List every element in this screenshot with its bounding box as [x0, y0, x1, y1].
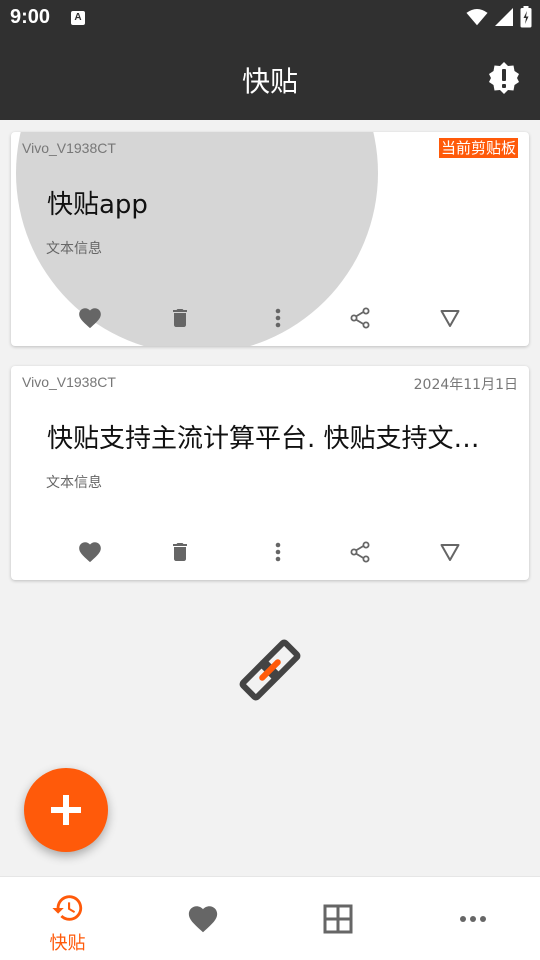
- more-options-button[interactable]: [260, 300, 296, 336]
- page-title: 快贴: [241, 65, 298, 98]
- share-icon: [350, 541, 370, 563]
- clip-type: 文本信息: [46, 475, 102, 491]
- app-bar: 快贴: [0, 36, 540, 120]
- status-time: 9:00: [10, 6, 51, 28]
- link-logo-icon: [239, 639, 301, 701]
- share-button[interactable]: [342, 300, 378, 336]
- delete-button[interactable]: [162, 534, 198, 570]
- plus-icon: [51, 795, 81, 825]
- clip-date: 2024年11月1日: [413, 377, 518, 393]
- nav-item-clips[interactable]: 快贴: [0, 877, 135, 960]
- clip-device: Vivo_V1938CT: [22, 140, 116, 156]
- bottom-nav: 快贴: [0, 876, 540, 960]
- favorite-button[interactable]: [72, 534, 108, 570]
- grid-icon: [323, 904, 352, 934]
- triangle-down-icon: [440, 310, 460, 327]
- nav-item-favorites[interactable]: [135, 877, 270, 960]
- share-icon: [350, 307, 370, 329]
- clip-content: 快贴app: [47, 190, 148, 220]
- more-icon: [459, 916, 486, 922]
- system-icons: [466, 6, 532, 28]
- heart-icon: [188, 906, 217, 933]
- nav-label-clips: 快贴: [49, 933, 86, 954]
- current-clipboard-badge: 当前剪贴板: [438, 138, 518, 158]
- more-options-button[interactable]: [260, 534, 296, 570]
- clip-actions: [11, 300, 529, 336]
- clip-card[interactable]: Vivo_V1938CT 2024年11月1日 快贴支持主流计算平台. 快贴支持…: [11, 366, 529, 580]
- battery-icon: [520, 6, 532, 28]
- nav-item-more[interactable]: [405, 877, 540, 960]
- clip-actions: [11, 534, 529, 570]
- heart-icon: [79, 542, 101, 563]
- favorite-button[interactable]: [72, 300, 108, 336]
- clip-card[interactable]: Vivo_V1938CT 当前剪贴板 快贴app 文本信息: [11, 132, 529, 346]
- clip-type: 文本信息: [46, 241, 102, 257]
- alert-badge-icon[interactable]: [486, 60, 522, 96]
- expand-button[interactable]: [432, 300, 468, 336]
- expand-button[interactable]: [432, 534, 468, 570]
- share-button[interactable]: [342, 534, 378, 570]
- signal-icon: [495, 8, 513, 26]
- clip-content: 快贴支持主流计算平台. 快贴支持文本/图片/文件: [47, 424, 493, 454]
- delete-button[interactable]: [162, 300, 198, 336]
- add-clip-button[interactable]: [24, 768, 108, 852]
- triangle-down-icon: [440, 544, 460, 561]
- trash-icon: [173, 543, 187, 561]
- notification-icon: A: [71, 11, 85, 25]
- clip-device: Vivo_V1938CT: [22, 374, 116, 390]
- status-bar: 9:00 A: [0, 0, 540, 36]
- wifi-icon: [466, 8, 488, 26]
- trash-icon: [173, 309, 187, 327]
- nav-item-devices[interactable]: [270, 877, 405, 960]
- more-vert-icon: [275, 542, 281, 562]
- history-icon: [51, 895, 82, 921]
- heart-icon: [79, 308, 101, 329]
- more-vert-icon: [275, 308, 281, 328]
